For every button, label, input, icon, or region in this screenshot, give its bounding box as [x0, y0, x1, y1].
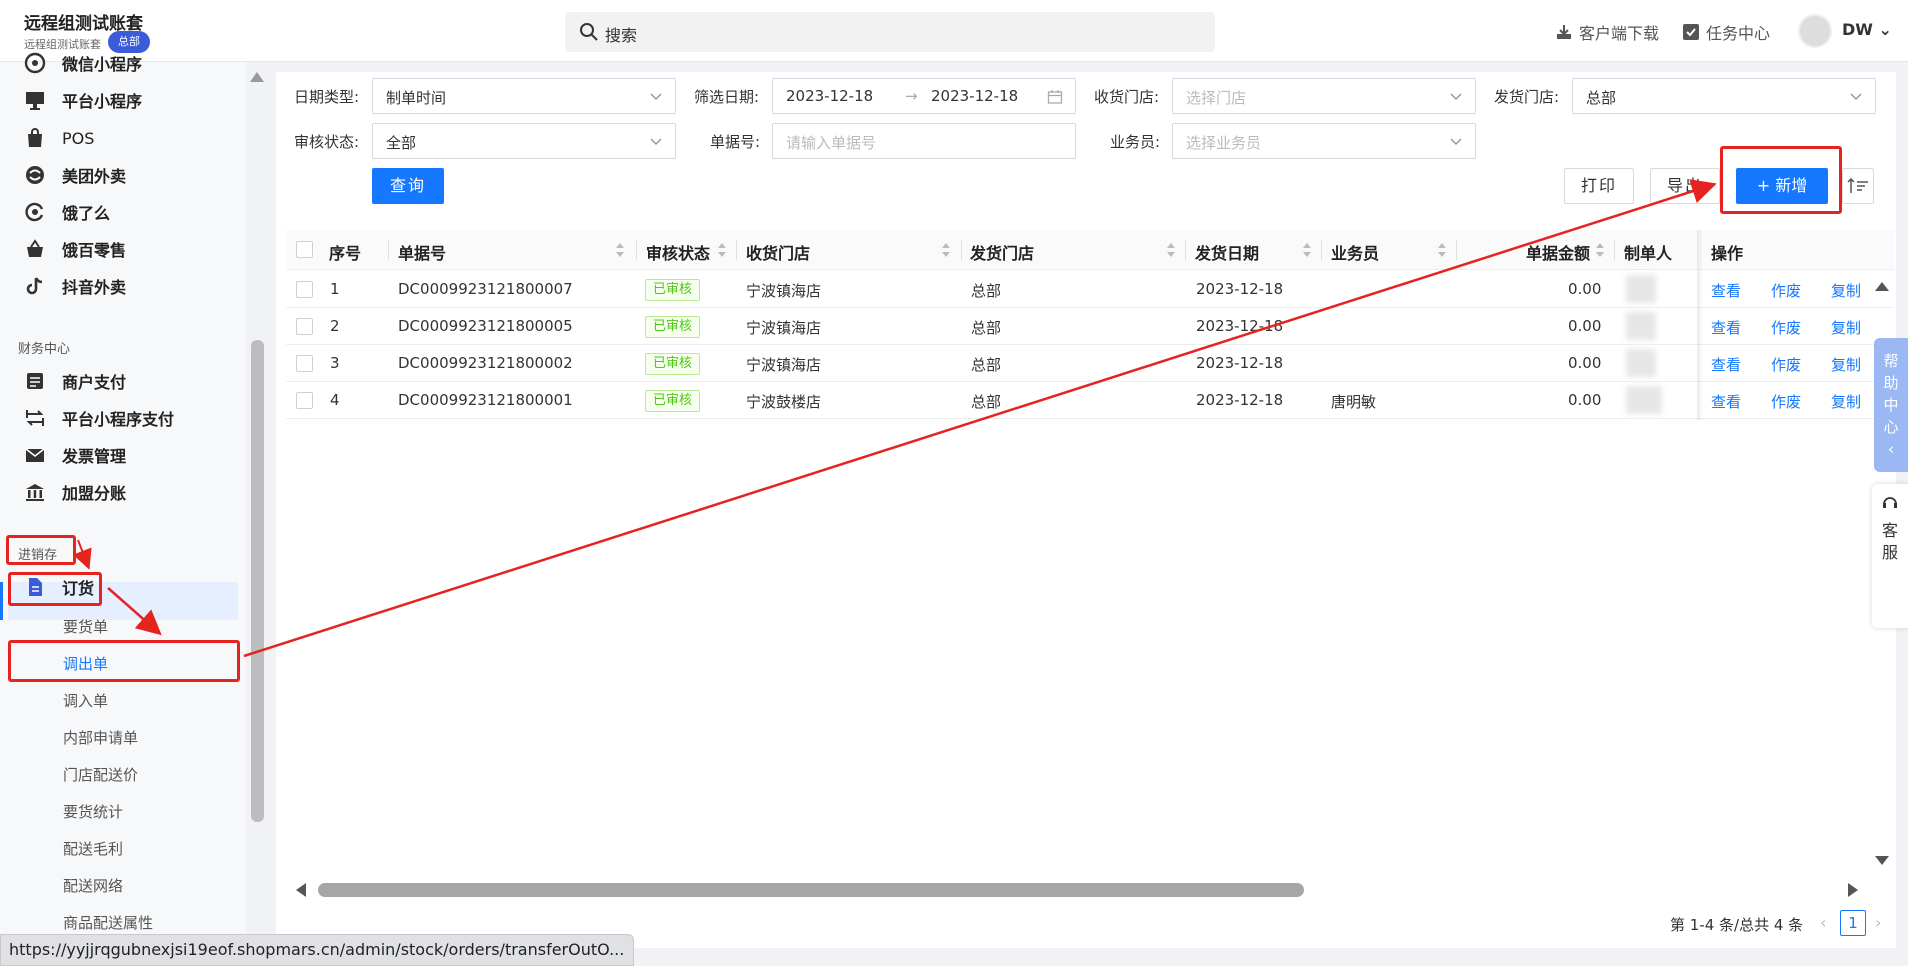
annotation-arrows — [72, 179, 1717, 658]
status-bar-url: https://yyjjrqgubnexjsi19eof.shopmars.cn… — [0, 934, 634, 966]
